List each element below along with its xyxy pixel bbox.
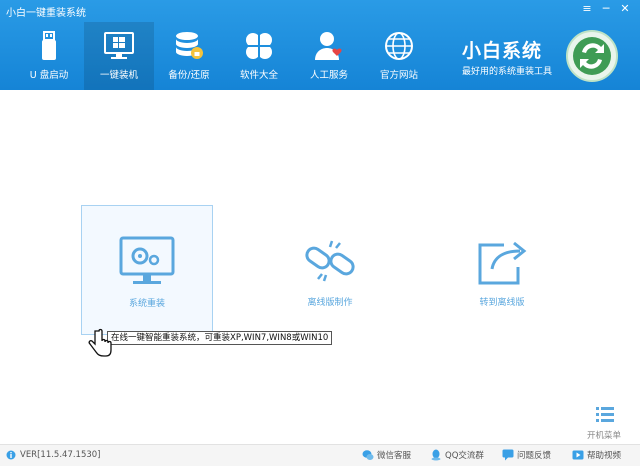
feedback-link[interactable]: 问题反馈 [502, 449, 551, 463]
video-icon [572, 450, 584, 460]
tooltip: 在线一键智能重装系统，可重装XP,WIN7,WIN8或WIN10 [107, 331, 333, 345]
nav-item-usb-boot[interactable]: U 盘启动 [14, 22, 84, 90]
nav-item-manual-service[interactable]: 人工服务 [294, 22, 364, 90]
window-title: 小白一键重装系统 [6, 8, 86, 19]
version-text: VER[11.5.47.1530] [20, 450, 101, 460]
footer-bar: VER[11.5.47.1530] 微信客服 QQ交流群 问题反馈 帮助视频 [0, 444, 640, 466]
broken-link-icon [305, 240, 355, 282]
wechat-support-link[interactable]: 微信客服 [362, 449, 411, 463]
nav-item-software[interactable]: 软件大全 [224, 22, 294, 90]
clover-apps-icon [245, 32, 273, 60]
feedback-icon [502, 449, 514, 461]
list-menu-icon [596, 407, 614, 422]
info-icon [6, 450, 16, 460]
link-label: 微信客服 [377, 451, 412, 461]
windows-monitor-icon [104, 32, 134, 59]
header-bar: 小白一键重装系统 ≡ ─ ✕ U 盘启动 一键装机 备份/还原 软件大全 人工服… [0, 0, 640, 90]
offline-build-card[interactable]: 离线版制作 [264, 205, 396, 335]
nav-label: 软件大全 [239, 70, 278, 81]
close-button[interactable]: ✕ [616, 2, 634, 16]
database-lock-icon [176, 32, 203, 59]
menu-icon[interactable]: ≡ [578, 2, 596, 16]
nav-label: U 盘启动 [29, 70, 69, 81]
nav-label: 一键装机 [99, 70, 138, 81]
link-label: QQ交流群 [445, 451, 484, 461]
minimize-button[interactable]: ─ [597, 2, 615, 16]
help-video-link[interactable]: 帮助视频 [572, 449, 621, 463]
brand-name: 小白系统 [462, 40, 543, 62]
usb-drive-icon [42, 31, 56, 60]
nav-item-backup-restore[interactable]: 备份/还原 [154, 22, 224, 90]
brand-logo-icon [566, 30, 618, 82]
link-label: 帮助视频 [587, 451, 622, 461]
share-arrow-icon [478, 241, 527, 285]
boot-menu-label: 开机菜单 [586, 431, 621, 441]
user-heart-icon [315, 32, 342, 60]
hand-cursor-icon [88, 328, 112, 357]
nav-item-official-site[interactable]: 官方网站 [364, 22, 434, 90]
globe-icon [385, 32, 413, 60]
system-reinstall-card[interactable]: 系统重装 [81, 205, 213, 335]
card-label: 系统重装 [128, 299, 165, 309]
boot-menu-button[interactable]: 开机菜单 [582, 404, 626, 444]
qq-group-link[interactable]: QQ交流群 [430, 449, 484, 463]
nav-label: 人工服务 [309, 70, 348, 81]
nav-label: 官方网站 [379, 70, 418, 81]
brand-slogan: 最好用的系统重装工具 [462, 67, 553, 77]
qq-icon [431, 449, 441, 461]
wechat-icon [362, 450, 374, 460]
card-label: 转到离线版 [479, 298, 525, 308]
monitor-gears-icon [119, 236, 175, 284]
link-label: 问题反馈 [517, 451, 552, 461]
main-nav: U 盘启动 一键装机 备份/还原 软件大全 人工服务 官方网站 [14, 22, 434, 90]
go-offline-card[interactable]: 转到离线版 [436, 205, 568, 335]
card-label: 离线版制作 [307, 298, 353, 308]
nav-label: 备份/还原 [168, 70, 210, 81]
nav-item-one-click-install[interactable]: 一键装机 [84, 22, 154, 90]
